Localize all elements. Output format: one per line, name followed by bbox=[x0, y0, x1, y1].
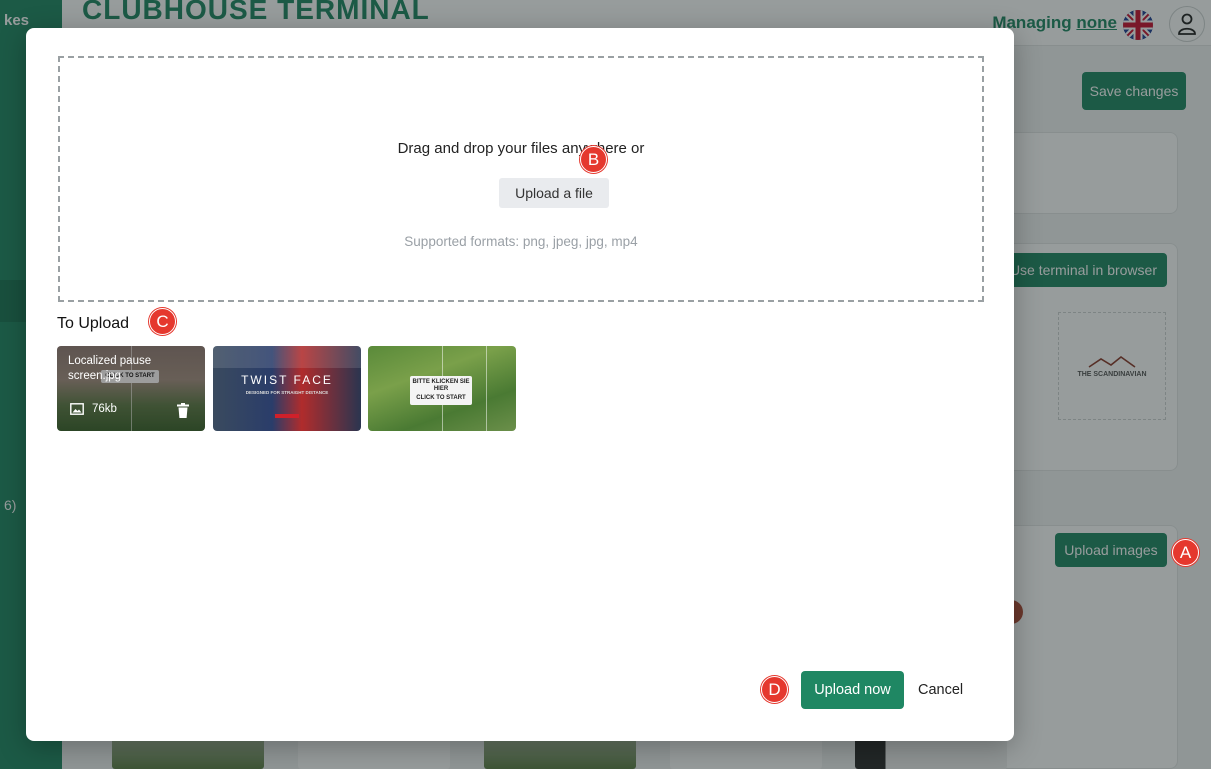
thumb-card-text: BITTE KLICKEN SIE HIER bbox=[412, 379, 470, 392]
annotation-marker-a: A bbox=[1172, 539, 1199, 566]
upload-thumb[interactable]: BITTE KLICKEN SIE HIER CLICK TO START bbox=[368, 346, 516, 431]
upload-thumb[interactable]: TWIST FACE DESIGNED FOR STRAIGHT DISTANC… bbox=[213, 346, 361, 431]
upload-now-button[interactable]: Upload now bbox=[801, 671, 904, 709]
dropzone-prompt: Drag and drop your files anywhere or bbox=[397, 140, 645, 157]
upload-file-button[interactable]: Upload a file bbox=[499, 178, 609, 208]
to-upload-heading: To Upload bbox=[57, 315, 130, 332]
annotation-marker-b: B bbox=[580, 146, 607, 173]
guide-line bbox=[486, 346, 487, 431]
thumb-card: BITTE KLICKEN SIE HIER CLICK TO START bbox=[410, 376, 472, 405]
thumb-file-size: 76kb bbox=[92, 403, 117, 415]
thumb-title-text: TWIST FACE bbox=[241, 373, 333, 387]
cancel-button[interactable]: Cancel bbox=[918, 682, 963, 698]
thumb-card-text-2: CLICK TO START bbox=[416, 395, 466, 401]
thumb-file-name: Localized pause screen.jpg bbox=[68, 355, 152, 382]
file-dropzone[interactable]: Drag and drop your files anywhere or Upl… bbox=[58, 56, 984, 302]
annotation-marker-c: C bbox=[149, 308, 176, 335]
supported-formats: Supported formats: png, jpeg, jpg, mp4 bbox=[404, 234, 638, 249]
annotation-marker-d: D bbox=[761, 676, 788, 703]
thumb-subtitle-text: DESIGNED FOR STRAIGHT DISTANCE bbox=[245, 390, 329, 395]
thumb-band bbox=[213, 346, 361, 368]
upload-thumb[interactable]: CLICK TO START Localized pause screen.jp… bbox=[57, 346, 205, 431]
upload-modal: Drag and drop your files anywhere or Upl… bbox=[26, 28, 1014, 741]
thumb-size-row: 76kb bbox=[70, 403, 117, 415]
trash-icon[interactable] bbox=[177, 403, 189, 423]
image-icon bbox=[70, 403, 84, 415]
thumb-accent bbox=[275, 414, 299, 418]
